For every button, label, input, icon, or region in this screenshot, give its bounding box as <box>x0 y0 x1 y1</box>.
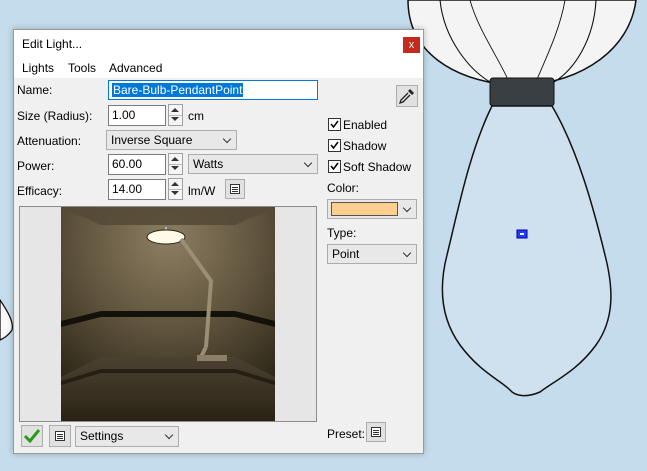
title-bar: Edit Light... x <box>14 30 423 58</box>
attenuation-dropdown[interactable]: Inverse Square <box>106 130 237 150</box>
soft-shadow-checkbox[interactable] <box>328 160 341 173</box>
power-stepper[interactable] <box>168 153 183 175</box>
power-value: 60.00 <box>112 157 143 171</box>
chevron-down-icon <box>164 430 174 440</box>
attenuation-value: Inverse Square <box>111 133 193 147</box>
shadow-checkbox[interactable] <box>328 139 341 152</box>
settings-dropdown[interactable]: Settings <box>75 426 179 447</box>
bulb-socket-shape <box>489 77 555 107</box>
stepper-down-icon <box>171 166 179 170</box>
menu-advanced[interactable]: Advanced <box>109 61 162 75</box>
size-input[interactable]: 1.00 <box>108 105 166 126</box>
efficacy-input[interactable]: 14.00 <box>108 179 166 200</box>
power-unit-dropdown[interactable]: Watts <box>188 154 318 174</box>
chevron-down-icon <box>222 134 232 144</box>
edit-light-dialog: Edit Light... x Lights Tools Advanced Na… <box>13 29 424 454</box>
color-swatch <box>331 202 398 216</box>
document-icon <box>230 184 240 194</box>
power-input[interactable]: 60.00 <box>108 154 166 175</box>
size-unit: cm <box>188 109 204 123</box>
light-preview-panel <box>19 206 317 422</box>
power-label: Power: <box>17 159 55 173</box>
close-button[interactable]: x <box>403 37 420 53</box>
close-icon: x <box>408 39 415 51</box>
document-icon <box>55 431 65 441</box>
stepper-down-icon <box>171 191 179 195</box>
stepper-up-icon <box>171 157 179 161</box>
chevron-down-icon <box>402 248 412 258</box>
chevron-down-icon <box>303 158 313 168</box>
stepper-up-icon <box>171 108 179 112</box>
bulb-glass-shape <box>441 105 612 397</box>
check-icon <box>330 120 339 129</box>
settings-value: Settings <box>80 429 124 443</box>
color-label: Color: <box>327 181 360 195</box>
type-label: Type: <box>327 226 357 240</box>
check-icon <box>330 141 339 150</box>
preview-render-image <box>61 207 275 421</box>
apply-button[interactable] <box>21 425 43 447</box>
size-value: 1.00 <box>112 108 136 122</box>
efficacy-stepper[interactable] <box>168 178 183 200</box>
menu-bar: Lights Tools Advanced <box>14 58 423 78</box>
left-shade-shape <box>0 298 14 341</box>
attenuation-label: Attenuation: <box>17 134 82 148</box>
stepper-down-icon <box>171 117 179 121</box>
shadow-label: Shadow <box>343 139 387 153</box>
name-field[interactable]: Bare-Bulb-PendantPoint <box>108 80 318 100</box>
pendant-shade-shape <box>407 0 637 87</box>
size-label: Size (Radius): <box>17 109 93 123</box>
efficacy-unit: lm/W <box>188 184 216 198</box>
enabled-label: Enabled <box>343 118 388 132</box>
dialog-title: Edit Light... <box>22 37 83 51</box>
checkmark-icon <box>23 429 41 444</box>
name-value: Bare-Bulb-PendantPoint <box>112 83 244 97</box>
efficacy-value: 14.00 <box>112 182 143 196</box>
check-icon <box>330 162 339 171</box>
preset-label: Preset: <box>327 427 366 441</box>
menu-lights[interactable]: Lights <box>22 61 54 75</box>
document-icon <box>371 427 381 437</box>
menu-tools[interactable]: Tools <box>68 61 96 75</box>
chevron-down-icon <box>402 203 412 213</box>
size-stepper[interactable] <box>168 104 183 126</box>
type-value: Point <box>332 247 360 261</box>
stepper-up-icon <box>171 182 179 186</box>
preset-button[interactable] <box>366 422 386 442</box>
type-dropdown[interactable]: Point <box>327 244 417 264</box>
color-dropdown[interactable] <box>327 199 417 219</box>
efficacy-info-button[interactable] <box>225 179 245 199</box>
eyedropper-button[interactable] <box>396 85 418 107</box>
eyedropper-icon <box>398 89 414 105</box>
document-button[interactable] <box>49 425 71 447</box>
power-unit-value: Watts <box>193 157 224 171</box>
efficacy-label: Efficacy: <box>17 184 63 198</box>
soft-shadow-label: Soft Shadow <box>343 160 412 174</box>
name-label: Name: <box>17 83 53 97</box>
enabled-checkbox[interactable] <box>328 118 341 131</box>
